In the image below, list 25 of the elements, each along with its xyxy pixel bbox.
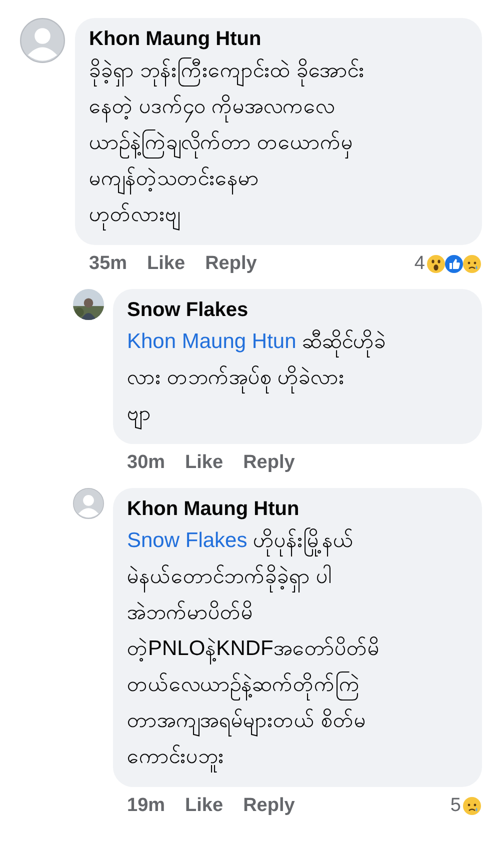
comment-text: Snow Flakes ဟိုပုန်းမြို့နယ် မဲနယ်တောင်ဘက်ခိုခဲ့ရှာ ပါ အဲဘက်မာပိတ်မိ တဲ့PNLOနဲ့KNDFအတော်ပိတ်မိ တယ်လေယာဉ်နဲ့ဆက်တိုက်ကြဲ တာအကျအရမ်များတယ် စိတ်မ ကောင်းပဘူး — [127, 523, 380, 775]
action-link[interactable]: Reply — [243, 452, 295, 474]
timestamp: 35m — [89, 253, 128, 275]
author-name[interactable]: Khon Maung Htun — [127, 498, 300, 521]
action-link[interactable]: Reply — [243, 795, 295, 817]
surprised-emoji-icon — [426, 254, 446, 274]
comment-text: ခိုခဲ့ရှာ ဘုန်းကြီးကျောင်းထဲ ခိုအောင်း နေတဲ့ ပဒက်၄၀ ကိုမအလကလေ ယာဉ်နဲ့ကြဲချလိုက်တာ တယောက်မှ မကျန်တဲ့သတင်းနေမာ ဟုတ်လားဗျ — [89, 53, 365, 233]
thumbs-up-icon — [444, 254, 464, 274]
action-link[interactable]: Like — [185, 795, 224, 817]
comment-text: Khon Maung Htun ဆီဆိုင်ဟိုခဲ လား တဘက်အုပ်စု ဟိုခဲလား ဗျာ — [127, 324, 386, 432]
reaction-count[interactable]: 5 — [450, 795, 461, 817]
action-link[interactable]: Reply — [205, 253, 257, 275]
mention-link[interactable]: Khon Maung Htun — [127, 330, 296, 353]
action-link[interactable]: Like — [185, 452, 224, 474]
mention-link[interactable]: Snow Flakes — [127, 529, 248, 552]
timestamp: 19m — [127, 795, 166, 817]
author-name[interactable]: Khon Maung Htun — [89, 28, 262, 51]
author-name[interactable]: Snow Flakes — [127, 299, 248, 322]
action-link[interactable]: Like — [147, 253, 186, 275]
reaction-count[interactable]: 4 — [414, 253, 425, 275]
crying-emoji-icon — [462, 254, 482, 274]
timestamp: 30m — [127, 452, 166, 474]
default-avatar-icon[interactable] — [73, 488, 104, 519]
crying-emoji-icon — [462, 796, 482, 816]
default-avatar-icon[interactable] — [20, 18, 65, 63]
